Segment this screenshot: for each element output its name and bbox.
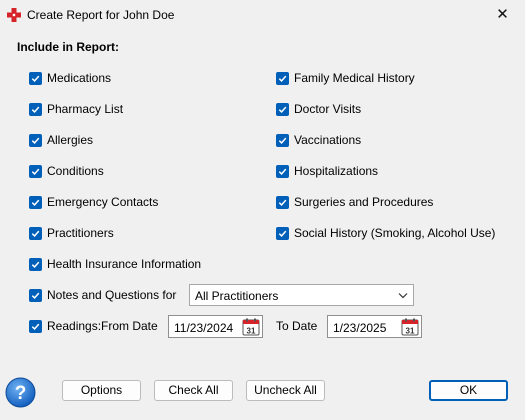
checkbox-label: Emergency Contacts [47,195,159,209]
checkbox-label: Notes and Questions for [47,288,177,302]
svg-text:?: ? [15,383,27,404]
checkbox-label: Social History (Smoking, Alcohol Use) [294,226,496,240]
checkbox-check-icon [276,133,289,147]
window-title: Create Report for John Doe [27,8,175,22]
checkbox-label: Conditions [47,164,104,178]
close-button[interactable]: ✕ [480,0,525,30]
title-bar: Create Report for John Doe ✕ [0,0,525,30]
checkbox-label: Surgeries and Procedures [294,195,434,209]
checkbox-label: Readings: [47,319,102,333]
checkbox-allergies[interactable]: Allergies [29,132,93,148]
calendar-day-text: 31 [406,327,415,336]
check-all-button[interactable]: Check All [154,380,233,401]
close-icon: ✕ [496,6,509,23]
app-logo-icon [7,8,21,22]
checkbox-medications[interactable]: Medications [29,70,111,86]
checkbox-check-icon [29,226,42,240]
checkbox-label: Allergies [47,133,94,147]
checkbox-check-icon [276,102,289,116]
calendar-icon[interactable]: 31 [401,318,419,336]
checkbox-readings[interactable]: Readings: [29,318,101,334]
practitioner-select-value: All Practitioners [195,289,279,303]
checkbox-check-icon [276,195,289,209]
checkbox-family-medical-history[interactable]: Family Medical History [276,70,415,86]
from-date-label: From Date [101,319,158,333]
checkbox-check-icon [29,257,42,271]
checkbox-notes-questions[interactable]: Notes and Questions for [29,287,176,303]
checkbox-label: Pharmacy List [47,102,124,116]
checkbox-vaccinations[interactable]: Vaccinations [276,132,361,148]
checkbox-label: Doctor Visits [294,102,362,116]
checkbox-label: Medications [47,71,112,85]
checkbox-check-icon [29,102,42,116]
checkbox-label: Vaccinations [294,133,362,147]
checkbox-hospitalizations[interactable]: Hospitalizations [276,163,378,179]
chevron-down-icon [398,293,408,299]
from-date-field[interactable]: 11/23/2024 31 [168,315,263,338]
calendar-icon[interactable]: 31 [242,318,260,336]
checkbox-label: Health Insurance Information [47,257,202,271]
checkbox-check-icon [276,71,289,85]
checkbox-label: Family Medical History [294,71,415,85]
help-icon[interactable]: ? [5,377,36,408]
checkbox-social-history[interactable]: Social History (Smoking, Alcohol Use) [276,225,495,241]
checkbox-emergency-contacts[interactable]: Emergency Contacts [29,194,158,210]
checkbox-check-icon [29,133,42,147]
checkbox-check-icon [276,164,289,178]
section-title: Include in Report: [17,40,119,54]
checkbox-doctor-visits[interactable]: Doctor Visits [276,101,361,117]
checkbox-conditions[interactable]: Conditions [29,163,104,179]
checkbox-label: Practitioners [47,226,114,240]
to-date-label: To Date [276,319,318,333]
to-date-value: 1/23/2025 [333,321,387,335]
checkbox-label: Hospitalizations [294,164,379,178]
checkbox-check-icon [29,71,42,85]
to-date-field[interactable]: 1/23/2025 31 [327,315,422,338]
checkbox-surgeries-procedures[interactable]: Surgeries and Procedures [276,194,433,210]
calendar-day-text: 31 [247,327,256,336]
checkbox-check-icon [276,226,289,240]
checkbox-health-insurance[interactable]: Health Insurance Information [29,256,201,272]
uncheck-all-button[interactable]: Uncheck All [246,380,325,401]
checkbox-check-icon [29,164,42,178]
practitioner-select[interactable]: All Practitioners [189,284,414,306]
checkbox-practitioners[interactable]: Practitioners [29,225,114,241]
ok-button[interactable]: OK [429,380,508,401]
options-button[interactable]: Options [62,380,141,401]
checkbox-check-icon [29,319,42,333]
checkbox-pharmacy-list[interactable]: Pharmacy List [29,101,123,117]
checkbox-check-icon [29,288,42,302]
from-date-value: 11/23/2024 [174,321,234,335]
checkbox-check-icon [29,195,42,209]
